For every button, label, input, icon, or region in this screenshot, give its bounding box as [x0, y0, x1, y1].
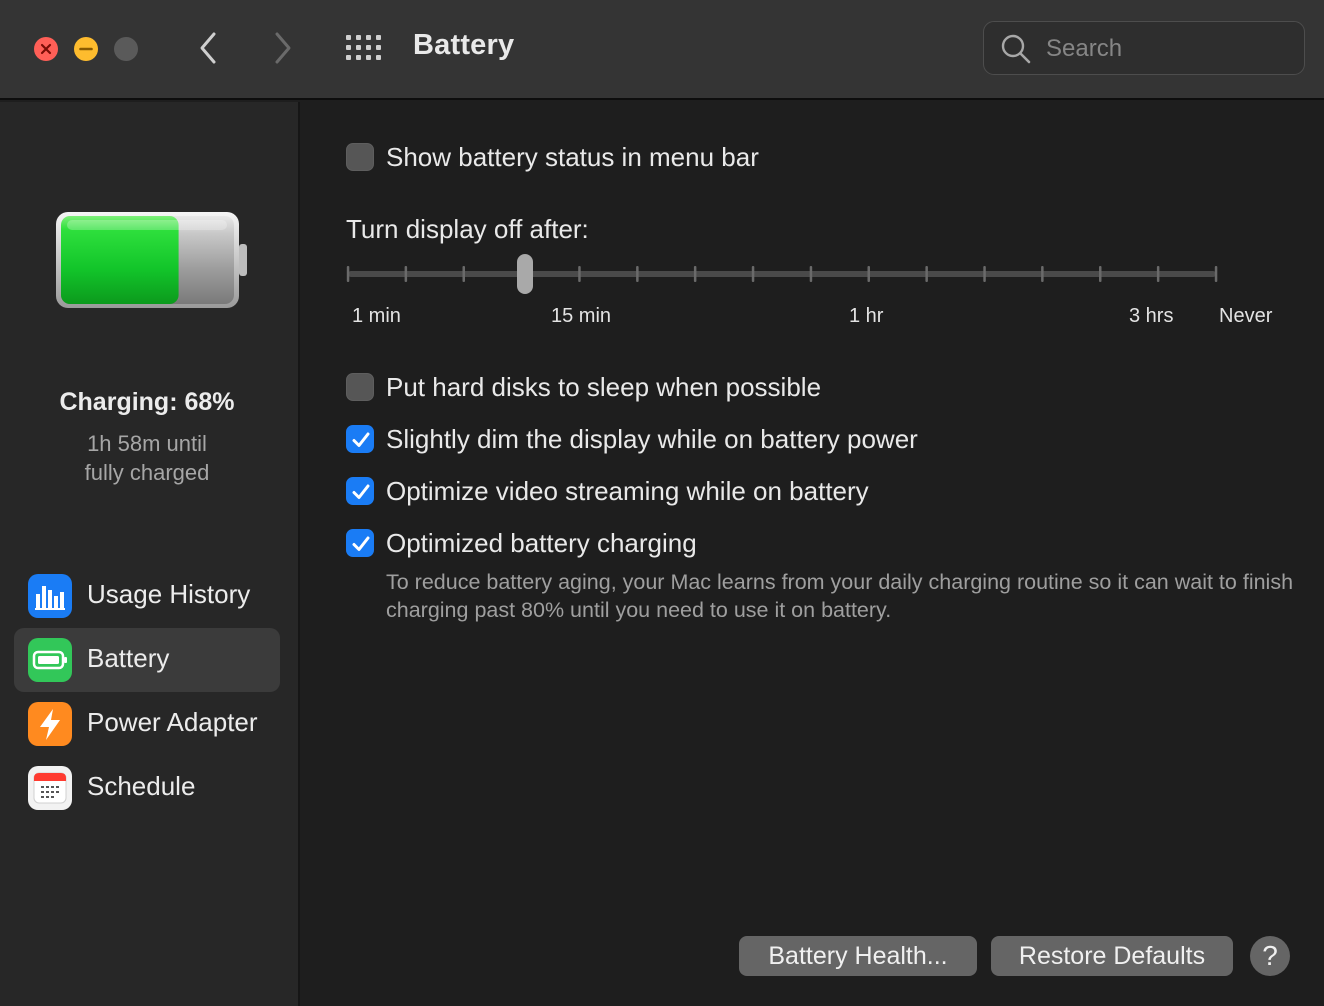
- lightning-bolt-icon: [28, 702, 72, 746]
- tick-label-never: Never: [1219, 305, 1273, 327]
- disk-sleep-checkbox[interactable]: [346, 373, 374, 401]
- system-preferences-window: Battery Search Charging: 68% 1h 58m unti…: [0, 0, 1324, 1006]
- sidebar-item-label: Usage History: [87, 579, 251, 609]
- slider-tick: [1041, 266, 1044, 282]
- slider-tick: [751, 266, 755, 282]
- sidebar-item-power-adapter[interactable]: Power Adapter: [14, 692, 280, 756]
- slider-tick: [983, 266, 986, 282]
- sidebar-item-label: Power Adapter: [87, 707, 258, 737]
- disk-sleep-label: Put hard disks to sleep when possible: [386, 372, 822, 402]
- show-all-grid-button[interactable]: [345, 34, 383, 62]
- sidebar-item-battery[interactable]: Battery: [14, 628, 280, 692]
- time-remaining-line1: 1h 58m until: [87, 431, 207, 456]
- slider-track: [348, 271, 1216, 277]
- battery-level-graphic: [56, 212, 247, 308]
- slider-tick: [693, 266, 697, 282]
- charging-status: Charging: 68%: [59, 388, 235, 416]
- search-icon: [1001, 34, 1031, 64]
- search-input[interactable]: [1044, 30, 1284, 68]
- slider-tick: [578, 266, 581, 282]
- sidebar-item-label: Schedule: [87, 771, 196, 801]
- chevron-right-icon: [275, 32, 291, 64]
- sidebar: Charging: 68% 1h 58m until fully charged…: [0, 102, 300, 1006]
- time-remaining-line2: fully charged: [84, 460, 210, 485]
- time-remaining: 1h 58m until fully charged: [0, 429, 294, 487]
- slider-tick: [809, 266, 813, 282]
- slider-tick: [404, 266, 408, 282]
- checkmark-icon: [352, 536, 370, 551]
- battery-health-button[interactable]: Battery Health...: [739, 936, 977, 976]
- slider-tick: [636, 266, 639, 282]
- search-field[interactable]: [983, 21, 1305, 75]
- slider-tick: [462, 266, 465, 282]
- minimize-icon: [79, 47, 93, 51]
- battery-settings-panel: Show battery status in menu bar Turn dis…: [302, 102, 1324, 1006]
- back-button[interactable]: [193, 28, 223, 68]
- tick-label-3-hrs: 3 hrs: [1129, 305, 1174, 327]
- dim-display-label: Slightly dim the display while on batter…: [386, 424, 918, 454]
- slider-tick: [1214, 266, 1218, 282]
- display-off-label: Turn display off after:: [346, 214, 589, 244]
- slider-tick: [867, 266, 870, 282]
- slider-tick: [1099, 266, 1102, 282]
- checkmark-icon: [352, 432, 370, 447]
- video-streaming-checkbox[interactable]: [346, 477, 374, 505]
- battery-icon: [28, 638, 72, 682]
- restore-defaults-button[interactable]: Restore Defaults: [991, 936, 1233, 976]
- title-bar: Battery: [0, 0, 1324, 100]
- dim-display-checkbox[interactable]: [346, 425, 374, 453]
- minimize-window-button[interactable]: [74, 37, 98, 61]
- slider-tick: [925, 266, 928, 282]
- display-off-slider[interactable]: [346, 254, 1218, 294]
- checkmark-icon: [352, 484, 370, 499]
- tick-label-1-min: 1 min: [352, 305, 401, 327]
- video-streaming-label: Optimize video streaming while on batter…: [386, 476, 869, 506]
- zoom-window-button: [114, 37, 138, 61]
- menu-bar-status-label: Show battery status in menu bar: [386, 142, 759, 172]
- help-button[interactable]: ?: [1250, 936, 1290, 976]
- sidebar-item-label: Battery: [87, 643, 170, 673]
- optimized-charging-description: To reduce battery aging, your Mac learns…: [386, 570, 1294, 622]
- forward-button[interactable]: [268, 28, 298, 68]
- menu-bar-status-checkbox[interactable]: [346, 143, 374, 171]
- optimized-charging-label: Optimized battery charging: [386, 528, 697, 558]
- slider-tick: [1156, 266, 1160, 282]
- sidebar-item-usage-history[interactable]: Usage History: [14, 564, 280, 628]
- window-title: Battery: [413, 29, 515, 61]
- chevron-left-icon: [200, 32, 216, 64]
- bar-chart-icon: [28, 574, 72, 618]
- tick-label-1-hr: 1 hr: [849, 305, 884, 327]
- tick-label-15-min: 15 min: [551, 305, 612, 327]
- slider-tick: [346, 266, 350, 282]
- optimized-charging-checkbox[interactable]: [346, 529, 374, 557]
- slider-thumb[interactable]: [517, 254, 533, 294]
- close-window-button[interactable]: [34, 37, 58, 61]
- grid-icon: [346, 35, 381, 60]
- calendar-icon: [28, 766, 72, 810]
- close-icon: [40, 43, 52, 55]
- sidebar-item-schedule[interactable]: Schedule: [14, 756, 280, 820]
